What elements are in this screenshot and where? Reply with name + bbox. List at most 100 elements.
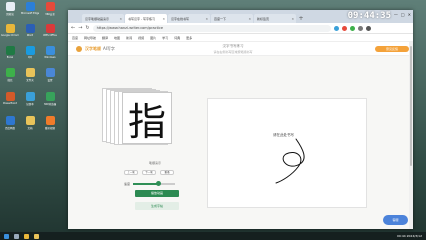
browser-tab[interactable]: 汉字笔顺动画演示 ✕ [82, 14, 124, 23]
browser-tab[interactable]: 百度一下 ✕ [211, 14, 253, 23]
site-header: 汉字笔顺 AI写字 汉字书写练习 请在右侧书写区域按笔顺书写 意见反馈 [68, 42, 413, 56]
bookmarks-bar: 百度 网址导航 翻译 地图 新闻 视频 图片 学习 词典 更多 [68, 34, 413, 42]
video-icon [45, 116, 55, 125]
bookmark-item[interactable]: 学习 [162, 36, 168, 40]
qq-icon [25, 46, 35, 55]
address-bar: ← → ↻ https://www.hanzi-writer.com/pract… [68, 23, 413, 34]
bookmark-item[interactable]: 新闻 [126, 36, 132, 40]
replay-button[interactable]: 重播 [160, 170, 174, 175]
menu-icon[interactable] [365, 25, 371, 31]
bookmark-item[interactable]: 翻译 [102, 36, 108, 40]
bookmark-item[interactable]: 词典 [174, 36, 180, 40]
browser-icon [45, 92, 55, 101]
page-subtitle: 请在右侧书写区域按笔顺书写 [213, 50, 253, 54]
bookmark-item[interactable]: 视频 [138, 36, 144, 40]
desktop-icon[interactable]: 腾讯视频 [42, 116, 58, 134]
close-icon[interactable]: ✕ [162, 17, 165, 21]
system-tray: 09:44 2024/3/12 [397, 234, 422, 238]
desktop-icon[interactable]: PowerPoint [2, 92, 18, 110]
desktop-icon[interactable]: 文件夹 [22, 68, 38, 86]
browser-icon[interactable] [24, 233, 29, 239]
powerpoint-icon [5, 92, 15, 101]
taskbar: 09:44 2024/3/12 [0, 232, 426, 240]
desktop-icons: 回收站 Microsoft Edge 360安全 Google Chrome W… [0, 0, 64, 232]
browser-tab[interactable]: 新标签页 ✕ [254, 14, 296, 23]
url-input[interactable]: https://www.hanzi-writer.com/practice [92, 24, 331, 32]
search-icon[interactable] [14, 233, 19, 239]
desktop-icon[interactable]: Excel [2, 46, 18, 64]
desktop-icon[interactable]: 百度网盘 [2, 116, 18, 134]
refresh-icon[interactable]: ↻ [85, 25, 89, 31]
bookmark-item[interactable]: 更多 [186, 36, 192, 40]
desktop-icon[interactable]: Word [22, 24, 38, 42]
prev-stroke-button[interactable]: 上一笔 [124, 170, 138, 175]
play-animation-button[interactable]: 播放动画 [135, 190, 179, 197]
site-brand[interactable]: 汉字笔顺 [85, 46, 101, 52]
desktop-icon[interactable]: 回收站 [2, 2, 18, 20]
desktop-icon[interactable]: 微信 [2, 68, 18, 86]
next-stroke-button[interactable]: 下一笔 [142, 170, 156, 175]
desktop-icon[interactable]: QQ [22, 46, 38, 64]
close-icon[interactable]: ✕ [248, 17, 251, 21]
character-glyph: 指 [127, 99, 166, 144]
recycle-bin-icon [5, 2, 15, 11]
desktop-icon[interactable]: WPS Office [42, 24, 58, 42]
extension-icon[interactable] [349, 25, 355, 31]
extension-icon[interactable] [333, 25, 339, 31]
site-brand-sub: AI写字 [103, 45, 115, 51]
desktop-icon[interactable]: 记事本 [22, 92, 38, 110]
back-icon[interactable]: ← [71, 25, 75, 31]
speed-label: 速度 [124, 182, 131, 186]
desktop-icon[interactable]: Google Chrome [1, 24, 19, 42]
document-icon [25, 116, 35, 125]
new-tab-icon[interactable]: + [297, 15, 305, 23]
browser-tab[interactable]: 汉字在线书写 ✕ [168, 14, 210, 23]
cloud-icon [5, 116, 15, 125]
browser-tab-active[interactable]: 书写汉字 - 写字练习 ✕ [125, 14, 167, 23]
speed-slider[interactable] [133, 181, 176, 186]
customer-service-badge[interactable]: 客服 [383, 215, 408, 225]
edge-icon [25, 2, 35, 11]
speed-slider-fill [133, 183, 159, 185]
desktop-icon[interactable]: 360安全 [42, 2, 58, 20]
feedback-button[interactable]: 意见反馈 [375, 46, 409, 52]
desktop-icon[interactable]: 360浏览器 [42, 92, 58, 110]
character-card-stack: 指 [102, 88, 172, 146]
bookmark-item[interactable]: 网址导航 [84, 36, 96, 40]
security-icon [45, 2, 55, 11]
close-icon[interactable]: ✕ [291, 17, 294, 21]
folder-icon[interactable] [34, 233, 39, 239]
start-icon[interactable] [4, 233, 9, 239]
forward-icon[interactable]: → [78, 25, 82, 31]
generate-sheet-button[interactable]: 生成字帖 [135, 202, 179, 210]
close-window-icon[interactable]: ✕ [408, 12, 411, 17]
word-icon [25, 24, 35, 33]
tab-strip: 汉字笔顺动画演示 ✕ 书写汉字 - 写字练习 ✕ 汉字在线书写 ✕ 百度一下 ✕ 新标签… [68, 10, 413, 23]
profile-icon[interactable] [357, 25, 363, 31]
speed-control: 速度 [124, 181, 176, 186]
writing-canvas[interactable]: 请在此处书写 [207, 98, 367, 208]
page-title: 汉字书写练习 [222, 44, 244, 48]
scrollbar-thumb[interactable] [410, 46, 412, 166]
notepad-icon [25, 92, 35, 101]
bookmark-item[interactable]: 地图 [114, 36, 120, 40]
desktop-icon[interactable]: Windows [42, 46, 58, 64]
character-card[interactable]: 指 [122, 92, 172, 144]
desktop-icon[interactable]: 设置 [42, 68, 58, 86]
close-icon[interactable]: ✕ [119, 17, 122, 21]
browser-window: 汉字笔顺动画演示 ✕ 书写汉字 - 写字练习 ✕ 汉字在线书写 ✕ 百度一下 ✕ 新标签… [68, 10, 413, 229]
stroke-controls: 上一笔 下一笔 重播 [124, 170, 174, 175]
close-icon[interactable]: ✕ [205, 17, 208, 21]
speed-slider-handle[interactable] [156, 181, 162, 186]
extension-icon[interactable] [341, 25, 347, 31]
bookmark-item[interactable]: 百度 [72, 36, 78, 40]
desktop-icon[interactable]: Microsoft Edge [21, 2, 39, 20]
settings-icon [45, 68, 55, 77]
bookmark-item[interactable]: 图片 [150, 36, 156, 40]
chrome-icon [5, 24, 15, 33]
maximize-icon[interactable]: □ [401, 12, 405, 17]
desktop-icon[interactable]: 文档 [22, 116, 38, 134]
logo-icon [76, 45, 82, 52]
minimize-icon[interactable]: — [394, 12, 398, 17]
header-center: 汉字书写练习 请在右侧书写区域按笔顺书写 [198, 44, 268, 54]
